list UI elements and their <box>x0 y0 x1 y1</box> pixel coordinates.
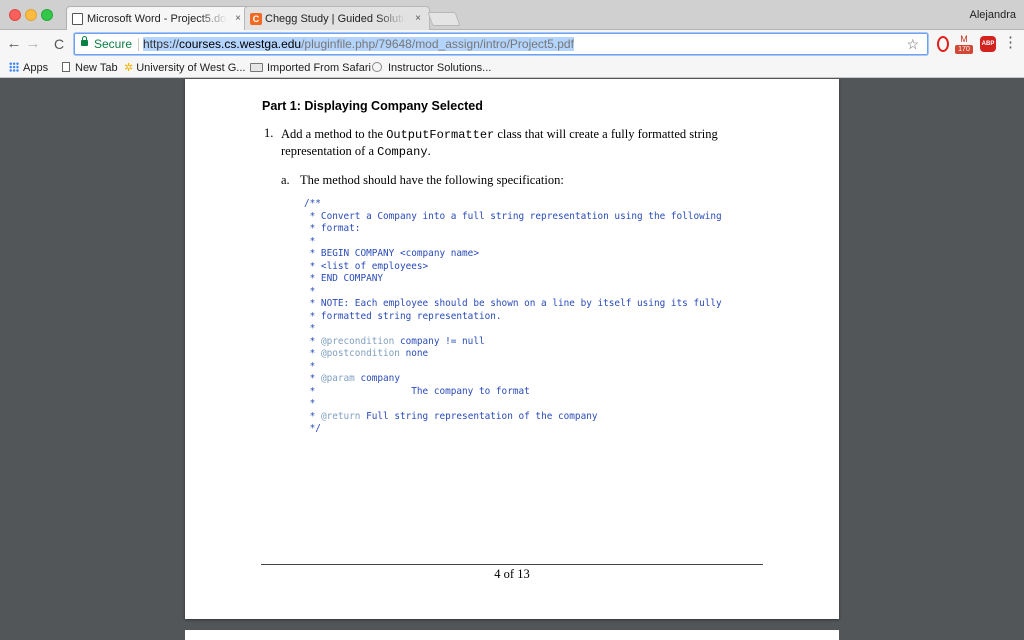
bookmarks-bar: Apps New Tab ✲University of West G... Im… <box>0 58 1024 78</box>
code-line: * @return Full string representation of … <box>304 411 722 424</box>
new-tab-button[interactable] <box>427 12 460 26</box>
pdf-page: Part 1: Displaying Company Selected 1. A… <box>185 79 839 619</box>
tab-project5-doc[interactable]: Microsoft Word - Project5.doc × <box>66 6 250 30</box>
tab-close-icon[interactable]: × <box>235 7 241 30</box>
code-line: * <box>304 398 722 411</box>
bookmark-label: University of West G... <box>136 62 245 74</box>
globe-icon <box>372 62 382 72</box>
reload-icon[interactable]: C <box>50 35 68 53</box>
apps-grid-icon <box>9 62 19 72</box>
tab-title: Chegg Study | Guided Solution <box>265 7 405 30</box>
code-line: * NOTE: Each employee should be shown on… <box>304 298 722 311</box>
bookmark-folder-safari[interactable]: Imported From Safari <box>250 60 371 76</box>
tab-strip: Microsoft Word - Project5.doc × C Chegg … <box>0 0 1024 30</box>
text-segment: . <box>428 144 431 158</box>
pdf-viewer[interactable]: Part 1: Displaying Company Selected 1. A… <box>0 79 1024 640</box>
university-logo-icon: ✲ <box>124 60 133 76</box>
code-line: * The company to format <box>304 386 722 399</box>
code-line: * Convert a Company into a full string r… <box>304 211 722 224</box>
opera-extension-icon[interactable] <box>937 36 949 52</box>
lock-icon <box>81 40 88 46</box>
code-line: * @param company <box>304 373 722 386</box>
code-line: * @postcondition none <box>304 348 722 361</box>
chegg-icon: C <box>250 13 262 25</box>
text-segment: Add a method to the <box>281 127 386 141</box>
bookmark-new-tab[interactable]: New Tab <box>62 60 118 76</box>
browser-menu-icon[interactable]: ⋮ <box>1003 34 1018 52</box>
class-name-code: OutputFormatter <box>386 128 494 142</box>
sub-list-letter: a. <box>281 173 290 188</box>
code-line: * <box>304 236 722 249</box>
bookmark-instructor[interactable]: Instructor Solutions... <box>372 60 491 76</box>
gmail-count-badge: 170 <box>955 45 973 54</box>
secure-label: Secure <box>94 34 132 54</box>
page-number: 4 of 13 <box>185 567 839 582</box>
address-divider <box>138 38 139 51</box>
instruction-text: Add a method to the OutputFormatter clas… <box>281 126 761 160</box>
url-host: courses.cs.westga.edu <box>179 37 301 51</box>
tab-title: Microsoft Word - Project5.doc <box>87 7 227 30</box>
bookmark-label: Apps <box>23 62 48 74</box>
bookmark-star-icon[interactable]: ☆ <box>906 34 919 54</box>
url-scheme: https:// <box>143 37 179 51</box>
document-icon <box>72 13 83 25</box>
bookmark-label: Imported From Safari <box>267 62 371 74</box>
type-name-code: Company <box>377 145 427 159</box>
toolbar: ← → C Secure https://courses.cs.westga.e… <box>0 30 1024 58</box>
code-line: * formatted string representation. <box>304 311 722 324</box>
next-pdf-page <box>185 630 839 640</box>
window-maximize-button[interactable] <box>41 9 53 21</box>
code-line: * <box>304 286 722 299</box>
tab-close-icon[interactable]: × <box>415 7 421 30</box>
window-close-button[interactable] <box>9 9 21 21</box>
code-line: * @precondition company != null <box>304 336 722 349</box>
back-arrow-icon[interactable]: ← <box>5 35 23 53</box>
section-heading: Part 1: Displaying Company Selected <box>262 99 483 113</box>
bookmark-label: New Tab <box>75 62 118 74</box>
code-line: * <box>304 323 722 336</box>
url-path: /pluginfile.php/79648/mod_assign/intro/P… <box>301 37 574 51</box>
profile-name[interactable]: Alejandra <box>970 9 1016 21</box>
page-icon <box>62 62 70 72</box>
code-line: * END COMPANY <box>304 273 722 286</box>
sub-instruction-text: The method should have the following spe… <box>300 173 564 188</box>
bookmark-university[interactable]: ✲University of West G... <box>124 60 245 76</box>
tab-chegg-study[interactable]: C Chegg Study | Guided Solution × <box>244 6 430 30</box>
adblock-extension-icon[interactable]: ABP <box>980 36 996 52</box>
code-line: */ <box>304 423 722 436</box>
window-minimize-button[interactable] <box>25 9 37 21</box>
forward-arrow-icon[interactable]: → <box>24 35 42 53</box>
code-line: /** <box>304 198 722 211</box>
url-text[interactable]: https://courses.cs.westga.edu/pluginfile… <box>143 34 574 54</box>
gmail-extension-icon[interactable]: M170 <box>955 35 973 53</box>
list-number: 1. <box>264 126 273 141</box>
folder-icon <box>250 63 263 72</box>
footer-divider <box>261 564 763 565</box>
code-line: * <box>304 361 722 374</box>
code-line: * <list of employees> <box>304 261 722 274</box>
bookmark-label: Instructor Solutions... <box>388 62 491 74</box>
code-line: * BEGIN COMPANY <company name> <box>304 248 722 261</box>
javadoc-code-block: /** * Convert a Company into a full stri… <box>304 198 722 436</box>
bookmark-apps[interactable]: Apps <box>9 60 48 76</box>
code-line: * format: <box>304 223 722 236</box>
address-bar[interactable]: Secure https://courses.cs.westga.edu/plu… <box>74 33 928 55</box>
